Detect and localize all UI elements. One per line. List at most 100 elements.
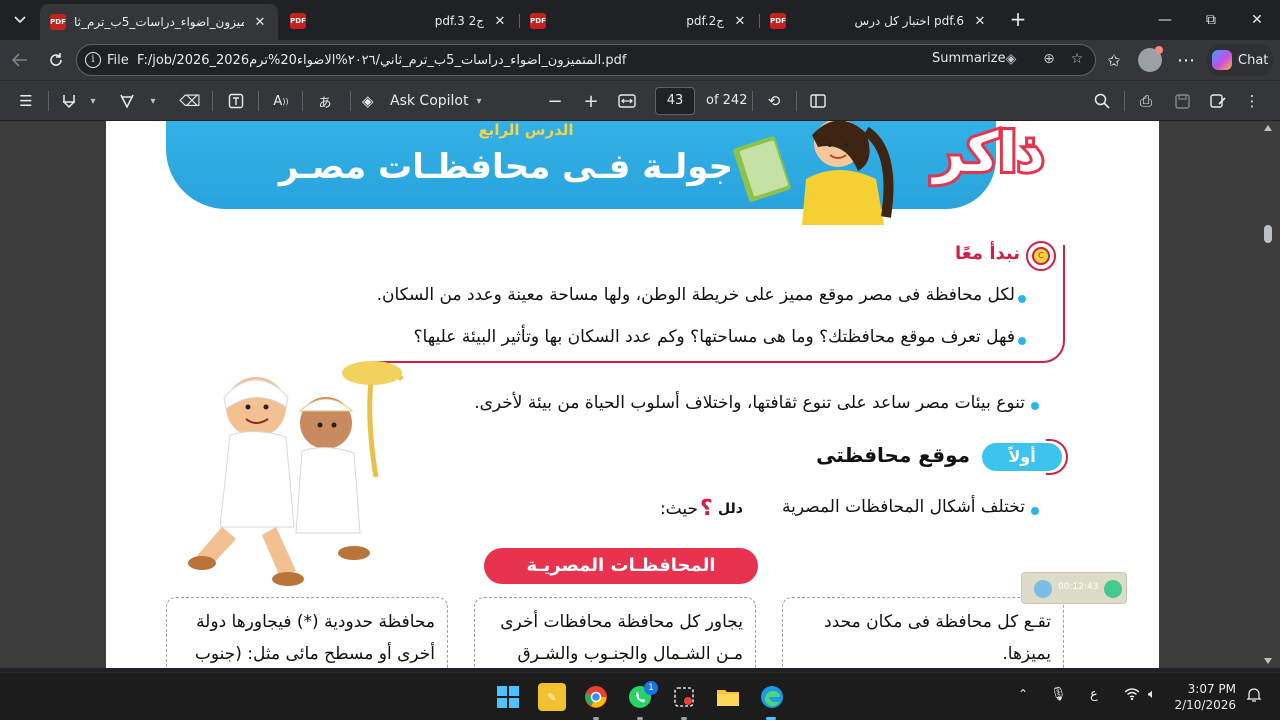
text-box-icon[interactable] <box>224 89 248 113</box>
keyboard-language[interactable]: ع <box>1090 687 1098 702</box>
microphone-icon[interactable]: 🎙︎ <box>1050 687 1067 702</box>
scroll-up-icon[interactable] <box>1264 125 1272 131</box>
highlight-dropdown-icon[interactable]: ▾ <box>86 89 100 113</box>
pause-icon[interactable] <box>1034 580 1052 598</box>
toolbar-separator <box>752 91 753 111</box>
favorite-star-icon[interactable]: ☆ <box>1067 51 1087 71</box>
tab-title: المتميزون_اضواء_دراسات_5ب_ترم_ثا <box>74 15 244 29</box>
draw-icon[interactable] <box>116 89 138 113</box>
save-as-icon[interactable] <box>1206 89 1230 113</box>
close-window-button[interactable]: ✕ <box>1234 0 1280 40</box>
file-explorer-icon[interactable] <box>714 683 742 711</box>
fit-to-width-icon[interactable] <box>616 89 638 113</box>
print-icon[interactable]: ⎙ <box>1134 89 1158 113</box>
card-line: أخرى أو مسطح مائى مثل: (جنوب <box>194 644 435 664</box>
zoom-icon[interactable]: ⊕ <box>1039 51 1059 71</box>
address-bar[interactable]: i File F:/job/2026_المتميزون_اضواء_دراسا… <box>76 44 1096 76</box>
new-tab-icon[interactable]: + <box>1006 8 1030 32</box>
favorites-icon[interactable]: ✩ <box>1100 46 1128 74</box>
card-text: يجاور كل محافظة محافظات أخرى مـن الشـمال… <box>500 606 743 668</box>
page-view-icon[interactable] <box>806 89 830 113</box>
rotate-icon[interactable]: ⟲ <box>762 89 786 113</box>
scroll-down-icon[interactable] <box>1264 658 1272 664</box>
recorder-timer: 00:12:43 <box>1058 582 1099 592</box>
toolbar-separator <box>350 91 351 111</box>
pdf-page: الدرس الرابع جولـة فـى محافظـات مصـر ذاك… <box>106 121 1159 668</box>
girl-reading-illustration <box>733 121 894 225</box>
ask-copilot-dropdown-icon: ▾ <box>476 95 482 107</box>
maximize-button[interactable]: ⧉ <box>1188 0 1234 40</box>
pdf-viewport[interactable]: الدرس الرابع جولـة فـى محافظـات مصـر ذاك… <box>0 121 1280 668</box>
card-text: تقـع كل محافظة فى مكان محدد يميزها. <box>824 606 1051 668</box>
translate-icon[interactable]: あ <box>312 89 338 113</box>
vertical-scrollbar[interactable] <box>1262 121 1274 668</box>
pdf-toolbar: ☰ ▾ ▾ ⌫ A)) あ ◈ Ask Copilot ▾ − + 43 of … <box>0 80 1280 120</box>
stop-icon[interactable] <box>1104 580 1122 598</box>
refresh-icon[interactable] <box>42 46 70 74</box>
shapes-suffix: حيث: <box>659 499 698 519</box>
back-arrow-icon[interactable] <box>6 46 34 74</box>
read-aloud-icon[interactable]: A)) <box>268 89 294 113</box>
tab-close-icon[interactable]: ✕ <box>972 14 988 29</box>
toolbar-separator <box>258 91 259 111</box>
zoom-in-icon[interactable]: + <box>580 89 602 113</box>
highlight-icon[interactable] <box>58 89 80 113</box>
url-text[interactable]: F:/job/2026_المتميزون_اضواء_دراسات_5ب_تر… <box>137 53 626 68</box>
chrome-icon[interactable] <box>582 683 610 711</box>
sticky-notes-icon[interactable]: ✎ <box>538 683 566 711</box>
study-badge: ذاكر <box>930 121 1047 187</box>
more-options-icon[interactable]: ⋮ <box>1242 89 1262 113</box>
tab-item[interactable]: PDF pdf.ج2 ✕ <box>520 6 758 36</box>
search-icon[interactable] <box>1090 89 1114 113</box>
pdf-file-icon: PDF <box>290 13 306 29</box>
copilot-chat-button[interactable]: Chat <box>1206 44 1274 76</box>
snipping-tool-icon[interactable] <box>670 683 698 711</box>
page-number-input[interactable]: 43 <box>655 87 695 115</box>
system-clock[interactable]: 3:07 PM 2/10/2026 <box>1172 681 1236 713</box>
draw-dropdown-icon[interactable]: ▾ <box>146 89 160 113</box>
screen-recorder-widget[interactable]: 00:12:43 <box>1021 572 1127 604</box>
info-card: محافظة حدودية (*) فيجاورها دولة أخرى أو … <box>166 597 448 668</box>
minimize-button[interactable]: — <box>1142 0 1188 40</box>
more-menu-icon[interactable]: ⋯ <box>1172 46 1200 74</box>
pdf-file-icon: PDF <box>770 13 786 29</box>
edge-browser-icon[interactable] <box>758 683 786 711</box>
bullet-dot <box>1018 337 1026 345</box>
summarize-button[interactable]: Summarize <box>932 51 1006 66</box>
intro-line-2: فهل تعرف موقع محافظتك؟ وما هى مساحتها؟ و… <box>413 327 1015 347</box>
contents-list-icon[interactable]: ☰ <box>14 89 38 113</box>
pdf-file-icon: PDF <box>530 13 546 29</box>
card-line: يميزها. <box>1002 644 1051 664</box>
wifi-icon[interactable] <box>1124 687 1140 705</box>
tab-active[interactable]: PDF المتميزون_اضواء_دراسات_5ب_ترم_ثا ✕ <box>40 4 278 40</box>
tab-search-icon[interactable] <box>6 6 34 34</box>
ask-copilot-button[interactable]: ◈ Ask Copilot ▾ <box>362 89 482 113</box>
toolbar-separator <box>796 91 797 111</box>
save-icon[interactable] <box>1170 89 1194 113</box>
whatsapp-badge: 1 <box>644 681 658 695</box>
tab-item[interactable]: PDF pdf.3 ج2 ✕ <box>280 6 518 36</box>
eraser-icon[interactable]: ⌫ <box>178 89 202 113</box>
tab-item[interactable]: PDF اختبار كل درس pdf.6 ✕ <box>760 6 998 36</box>
tray-chevron-up-icon[interactable]: ⌃ <box>1018 687 1028 701</box>
info-icon[interactable]: i <box>85 52 101 68</box>
copilot-summarize-icon[interactable]: ◈ <box>1001 51 1021 71</box>
volume-icon[interactable]: 🔈︎ <box>1148 687 1156 702</box>
card-line: مـن الشـمال والجنـوب والشـرق <box>517 644 743 664</box>
lesson-title: جولـة فـى محافظـات مصـر <box>278 147 734 187</box>
tab-title: pdf.ج2 <box>686 14 724 28</box>
tab-close-icon[interactable]: ✕ <box>492 14 508 29</box>
bullet-dot <box>1018 295 1026 303</box>
navigation-bar: i File F:/job/2026_المتميزون_اضواء_دراسا… <box>0 40 1280 80</box>
zoom-out-icon[interactable]: − <box>544 89 566 113</box>
tab-title: اختبار كل درس pdf.6 <box>854 14 964 28</box>
tab-close-icon[interactable]: ✕ <box>252 15 268 30</box>
clock-date: 2/10/2026 <box>1174 698 1236 712</box>
clock-time: 3:07 PM <box>1187 682 1236 696</box>
scroll-thumb[interactable] <box>1264 225 1272 243</box>
notification-icon[interactable] <box>1246 687 1262 707</box>
tab-close-icon[interactable]: ✕ <box>732 14 748 29</box>
windows-start-icon[interactable] <box>494 683 522 711</box>
bullet-dot <box>1031 507 1039 515</box>
profile-avatar[interactable] <box>1138 46 1163 72</box>
